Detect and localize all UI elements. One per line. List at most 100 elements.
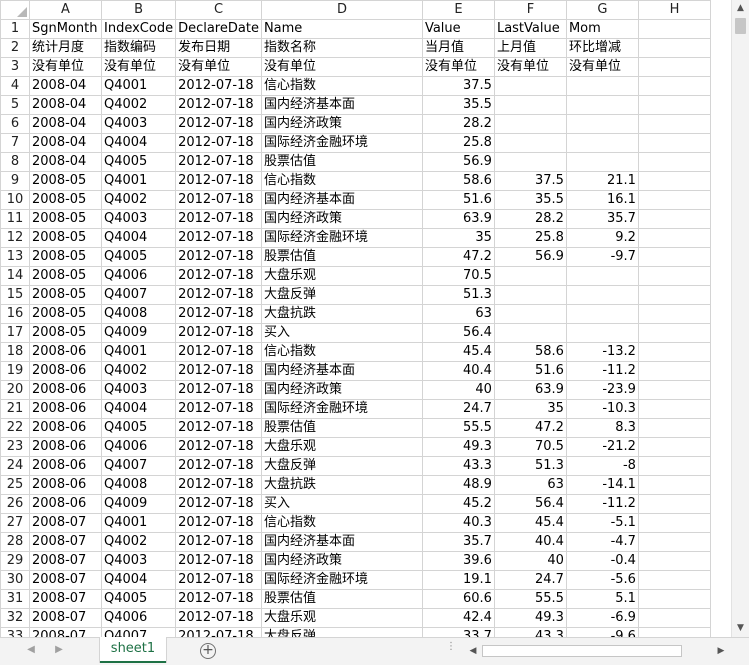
cell-e[interactable]: 28.2: [421, 114, 495, 134]
row-header[interactable]: 24: [0, 456, 30, 476]
cell-h[interactable]: [637, 133, 711, 153]
cell-d[interactable]: 信心指数: [260, 171, 423, 191]
cell-h[interactable]: [637, 285, 711, 305]
cell-g[interactable]: -5.1: [565, 513, 639, 533]
cell-b[interactable]: Q4002: [100, 190, 177, 210]
row-header[interactable]: 33: [0, 627, 30, 637]
cell-h[interactable]: [637, 114, 711, 134]
cell-g[interactable]: [565, 76, 639, 96]
cell-c[interactable]: 2012-07-18: [175, 114, 262, 134]
cell-a[interactable]: 2008-07: [29, 532, 102, 552]
cell-a[interactable]: 2008-06: [29, 342, 102, 362]
cell-e[interactable]: 40.3: [421, 513, 495, 533]
cell-e[interactable]: 37.5: [421, 76, 495, 96]
cell-h[interactable]: [637, 361, 711, 381]
cell-f[interactable]: [493, 133, 567, 153]
cell-h[interactable]: [637, 513, 711, 533]
cell-b[interactable]: Q4009: [100, 323, 177, 343]
cell-c[interactable]: 2012-07-18: [175, 209, 262, 229]
cell-f[interactable]: 49.3: [493, 608, 567, 628]
cell-c[interactable]: 2012-07-18: [175, 361, 262, 381]
cell-c[interactable]: DeclareDate: [175, 19, 262, 39]
cell-h[interactable]: [637, 380, 711, 400]
row-header[interactable]: 4: [0, 76, 30, 96]
row-header[interactable]: 11: [0, 209, 30, 229]
cell-b[interactable]: Q4005: [100, 247, 177, 267]
cell-g[interactable]: 21.1: [565, 171, 639, 191]
cell-f[interactable]: 63: [493, 475, 567, 495]
cell-f[interactable]: 56.4: [493, 494, 567, 514]
cell-c[interactable]: 2012-07-18: [175, 323, 262, 343]
cell-b[interactable]: 指数编码: [100, 38, 177, 58]
cell-b[interactable]: Q4001: [100, 513, 177, 533]
cell-d[interactable]: 没有单位: [260, 57, 423, 77]
cell-d[interactable]: 大盘反弹: [260, 627, 423, 637]
row-header[interactable]: 27: [0, 513, 30, 533]
row-header[interactable]: 9: [0, 171, 30, 191]
cell-e[interactable]: 24.7: [421, 399, 495, 419]
row-header[interactable]: 25: [0, 475, 30, 495]
cell-f[interactable]: 24.7: [493, 570, 567, 590]
column-header-g[interactable]: G: [565, 0, 639, 20]
cell-f[interactable]: 35.5: [493, 190, 567, 210]
cell-d[interactable]: 国际经济金融环境: [260, 133, 423, 153]
cell-c[interactable]: 2012-07-18: [175, 399, 262, 419]
row-header[interactable]: 12: [0, 228, 30, 248]
cell-h[interactable]: [637, 342, 711, 362]
cell-d[interactable]: 国内经济政策: [260, 114, 423, 134]
cell-g[interactable]: [565, 95, 639, 115]
cell-b[interactable]: Q4003: [100, 380, 177, 400]
cell-c[interactable]: 2012-07-18: [175, 456, 262, 476]
cell-h[interactable]: [637, 589, 711, 609]
cell-g[interactable]: [565, 133, 639, 153]
cell-h[interactable]: [637, 627, 711, 637]
cell-f[interactable]: 上月值: [493, 38, 567, 58]
cell-e[interactable]: 40: [421, 380, 495, 400]
cell-a[interactable]: 2008-05: [29, 285, 102, 305]
cell-f[interactable]: 58.6: [493, 342, 567, 362]
cell-c[interactable]: 2012-07-18: [175, 627, 262, 637]
cell-g[interactable]: [565, 285, 639, 305]
cell-a[interactable]: 2008-04: [29, 95, 102, 115]
cell-e[interactable]: 45.2: [421, 494, 495, 514]
row-header[interactable]: 13: [0, 247, 30, 267]
cell-f[interactable]: 37.5: [493, 171, 567, 191]
column-header-c[interactable]: C: [175, 0, 262, 20]
cell-g[interactable]: -23.9: [565, 380, 639, 400]
cell-e[interactable]: 当月值: [421, 38, 495, 58]
cell-b[interactable]: Q4007: [100, 456, 177, 476]
cell-e[interactable]: 60.6: [421, 589, 495, 609]
cell-d[interactable]: 大盘抗跌: [260, 304, 423, 324]
cell-h[interactable]: [637, 418, 711, 438]
row-header[interactable]: 17: [0, 323, 30, 343]
cell-a[interactable]: 2008-05: [29, 228, 102, 248]
cell-g[interactable]: 8.3: [565, 418, 639, 438]
cell-g[interactable]: [565, 114, 639, 134]
cell-b[interactable]: Q4003: [100, 209, 177, 229]
cell-a[interactable]: 2008-06: [29, 494, 102, 514]
cell-h[interactable]: [637, 152, 711, 172]
cell-f[interactable]: [493, 114, 567, 134]
cell-f[interactable]: 40.4: [493, 532, 567, 552]
cell-b[interactable]: Q4008: [100, 475, 177, 495]
cell-b[interactable]: Q4008: [100, 304, 177, 324]
cell-f[interactable]: 55.5: [493, 589, 567, 609]
cell-d[interactable]: 大盘乐观: [260, 608, 423, 628]
up-arrow-icon[interactable]: ▲: [732, 0, 749, 17]
cell-e[interactable]: 63: [421, 304, 495, 324]
cell-b[interactable]: Q4005: [100, 418, 177, 438]
cell-g[interactable]: -6.9: [565, 608, 639, 628]
cell-d[interactable]: 信心指数: [260, 513, 423, 533]
cell-f[interactable]: [493, 285, 567, 305]
cell-f[interactable]: 25.8: [493, 228, 567, 248]
row-header[interactable]: 8: [0, 152, 30, 172]
spreadsheet-grid[interactable]: A B C D E F G H 1 SgnMonth IndexCode Declar…: [0, 0, 731, 637]
cell-e[interactable]: 51.6: [421, 190, 495, 210]
vertical-scroll-thumb[interactable]: [735, 18, 746, 34]
cell-h[interactable]: [637, 38, 711, 58]
row-header[interactable]: 16: [0, 304, 30, 324]
cell-h[interactable]: [637, 475, 711, 495]
cell-d[interactable]: 国际经济金融环境: [260, 228, 423, 248]
cell-a[interactable]: 2008-05: [29, 190, 102, 210]
cell-a[interactable]: 2008-07: [29, 551, 102, 571]
